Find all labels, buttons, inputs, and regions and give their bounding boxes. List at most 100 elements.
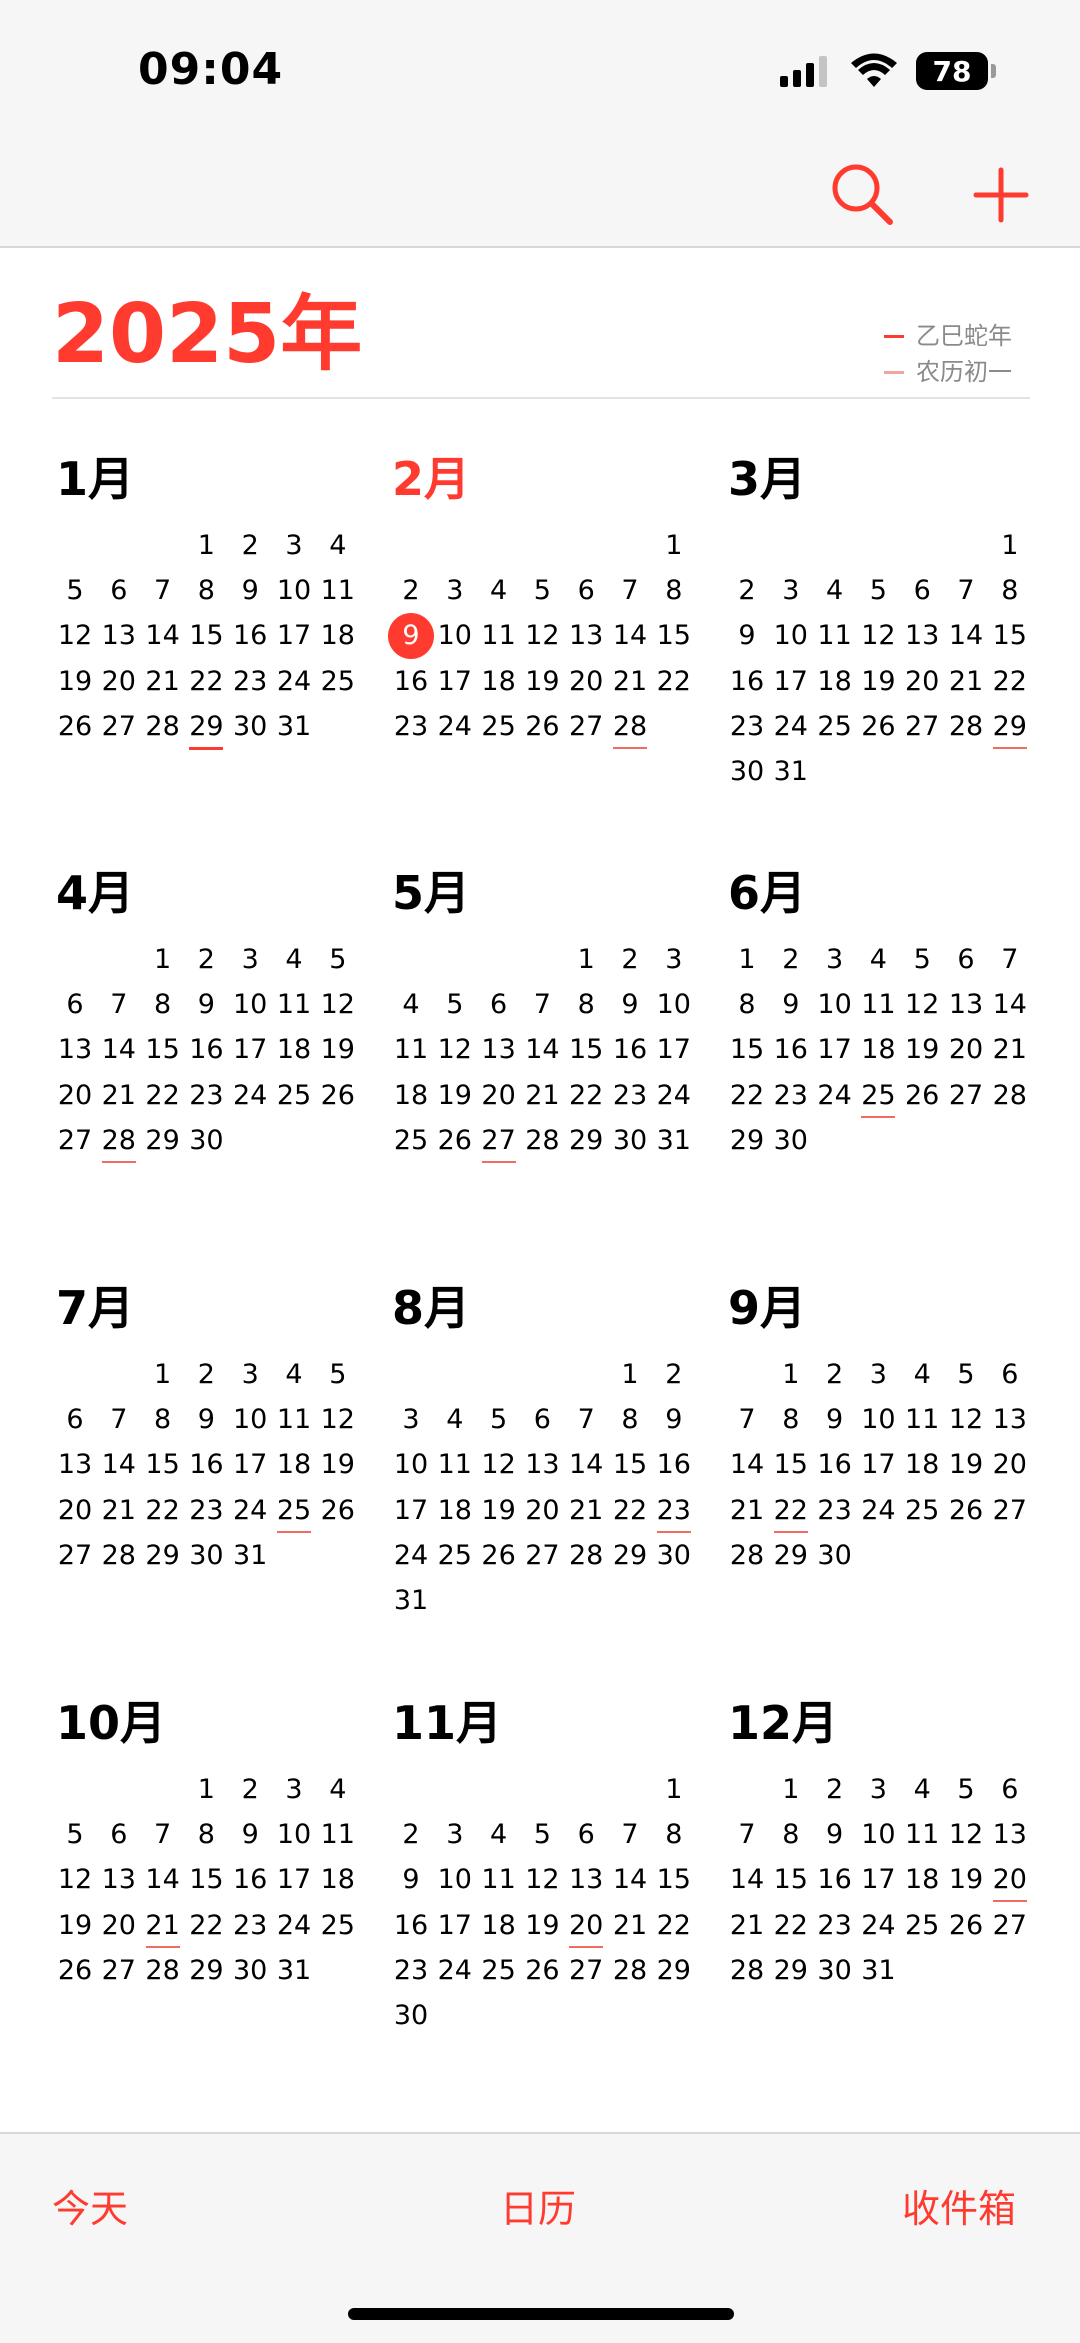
day-cell[interactable]: 28 bbox=[725, 1951, 769, 1991]
day-cell[interactable]: 13 bbox=[520, 1445, 564, 1485]
day-cell[interactable]: 9 bbox=[769, 985, 813, 1025]
day-cell[interactable]: 11 bbox=[389, 1030, 433, 1070]
day-cell[interactable]: 8 bbox=[769, 1400, 813, 1440]
day-cell[interactable]: 22 bbox=[141, 1491, 185, 1531]
day-cell[interactable]: 19 bbox=[944, 1860, 988, 1900]
day-cell[interactable]: 10 bbox=[769, 616, 813, 656]
day-cell[interactable]: 15 bbox=[769, 1445, 813, 1485]
day-cell[interactable]: 16 bbox=[389, 662, 433, 702]
day-cell[interactable]: 28 bbox=[97, 1536, 141, 1576]
day-cell[interactable]: 1 bbox=[652, 1770, 696, 1810]
day-cell[interactable]: 4 bbox=[477, 571, 521, 611]
day-cell[interactable]: 12 bbox=[856, 616, 900, 656]
day-cell[interactable]: 23 bbox=[228, 1906, 272, 1946]
day-cell[interactable]: 13 bbox=[988, 1400, 1032, 1440]
day-cell[interactable]: 22 bbox=[725, 1076, 769, 1116]
day-cell[interactable]: 2 bbox=[769, 940, 813, 980]
month-label[interactable]: 12月 bbox=[728, 1700, 838, 1746]
day-cell[interactable]: 5 bbox=[520, 1815, 564, 1855]
tab-calendars[interactable]: 日历 bbox=[500, 2178, 576, 2233]
day-cell[interactable]: 7 bbox=[608, 1815, 652, 1855]
day-cell[interactable]: 14 bbox=[988, 985, 1032, 1025]
month-label[interactable]: 6月 bbox=[728, 870, 806, 916]
day-cell[interactable]: 15 bbox=[564, 1030, 608, 1070]
day-cell[interactable]: 18 bbox=[272, 1445, 316, 1485]
day-cell[interactable]: 2 bbox=[184, 1355, 228, 1395]
day-cell[interactable]: 7 bbox=[141, 1815, 185, 1855]
day-cell[interactable]: 19 bbox=[944, 1445, 988, 1485]
day-cell[interactable]: 8 bbox=[725, 985, 769, 1025]
day-cell[interactable]: 5 bbox=[316, 940, 360, 980]
day-cell[interactable]: 22 bbox=[564, 1076, 608, 1116]
day-cell[interactable]: 2 bbox=[652, 1355, 696, 1395]
day-cell[interactable]: 9 bbox=[813, 1400, 857, 1440]
day-cell[interactable]: 16 bbox=[725, 662, 769, 702]
day-cell[interactable]: 29 bbox=[769, 1536, 813, 1576]
day-cell[interactable]: 6 bbox=[53, 1400, 97, 1440]
day-cell[interactable]: 21 bbox=[725, 1906, 769, 1946]
day-cell[interactable]: 15 bbox=[769, 1860, 813, 1900]
day-cell[interactable]: 11 bbox=[856, 985, 900, 1025]
search-button[interactable] bbox=[828, 158, 898, 228]
day-cell[interactable]: 3 bbox=[272, 526, 316, 566]
day-cell[interactable]: 20 bbox=[564, 1906, 608, 1946]
day-cell[interactable]: 10 bbox=[856, 1400, 900, 1440]
day-cell[interactable]: 11 bbox=[272, 985, 316, 1025]
day-cell[interactable]: 14 bbox=[564, 1445, 608, 1485]
day-cell[interactable]: 17 bbox=[652, 1030, 696, 1070]
day-cell[interactable]: 1 bbox=[564, 940, 608, 980]
day-cell[interactable]: 27 bbox=[988, 1491, 1032, 1531]
day-cell[interactable]: 21 bbox=[988, 1030, 1032, 1070]
month-label[interactable]: 7月 bbox=[56, 1285, 134, 1331]
day-cell[interactable]: 3 bbox=[389, 1400, 433, 1440]
day-cell[interactable]: 16 bbox=[228, 616, 272, 656]
day-cell[interactable]: 11 bbox=[900, 1400, 944, 1440]
day-cell[interactable]: 10 bbox=[813, 985, 857, 1025]
day-cell[interactable]: 24 bbox=[856, 1491, 900, 1531]
day-cell[interactable]: 15 bbox=[184, 616, 228, 656]
day-cell[interactable]: 14 bbox=[141, 1860, 185, 1900]
day-cell[interactable]: 25 bbox=[900, 1906, 944, 1946]
day-cell[interactable]: 13 bbox=[97, 1860, 141, 1900]
day-cell[interactable]: 3 bbox=[652, 940, 696, 980]
day-cell[interactable]: 15 bbox=[141, 1445, 185, 1485]
day-cell[interactable]: 20 bbox=[564, 662, 608, 702]
day-cell[interactable]: 29 bbox=[652, 1951, 696, 1991]
day-cell[interactable]: 26 bbox=[900, 1076, 944, 1116]
day-cell[interactable]: 24 bbox=[228, 1076, 272, 1116]
day-cell[interactable]: 19 bbox=[520, 662, 564, 702]
day-cell[interactable]: 5 bbox=[477, 1400, 521, 1440]
day-cell[interactable]: 5 bbox=[856, 571, 900, 611]
day-cell[interactable]: 26 bbox=[520, 707, 564, 747]
day-cell[interactable]: 22 bbox=[652, 662, 696, 702]
day-cell[interactable]: 6 bbox=[477, 985, 521, 1025]
day-cell[interactable]: 24 bbox=[272, 1906, 316, 1946]
day-cell[interactable]: 11 bbox=[900, 1815, 944, 1855]
day-cell[interactable]: 20 bbox=[944, 1030, 988, 1070]
day-cell[interactable]: 22 bbox=[184, 662, 228, 702]
day-cell[interactable]: 22 bbox=[769, 1906, 813, 1946]
month-label[interactable]: 1月 bbox=[56, 456, 134, 502]
day-cell[interactable]: 3 bbox=[813, 940, 857, 980]
day-cell[interactable]: 19 bbox=[316, 1445, 360, 1485]
day-cell[interactable]: 21 bbox=[564, 1491, 608, 1531]
day-cell[interactable]: 25 bbox=[389, 1121, 433, 1161]
day-cell[interactable]: 14 bbox=[97, 1030, 141, 1070]
day-cell[interactable]: 27 bbox=[564, 1951, 608, 1991]
day-cell[interactable]: 18 bbox=[389, 1076, 433, 1116]
day-cell[interactable]: 7 bbox=[97, 1400, 141, 1440]
day-cell[interactable]: 19 bbox=[53, 1906, 97, 1946]
day-cell[interactable]: 26 bbox=[944, 1906, 988, 1946]
day-cell[interactable]: 18 bbox=[272, 1030, 316, 1070]
day-cell[interactable]: 18 bbox=[316, 1860, 360, 1900]
day-cell[interactable]: 28 bbox=[608, 707, 652, 747]
day-cell[interactable]: 17 bbox=[272, 1860, 316, 1900]
day-cell[interactable]: 7 bbox=[944, 571, 988, 611]
day-cell[interactable]: 9 bbox=[608, 985, 652, 1025]
day-cell[interactable]: 24 bbox=[228, 1491, 272, 1531]
day-cell[interactable]: 2 bbox=[725, 571, 769, 611]
day-cell[interactable]: 8 bbox=[141, 1400, 185, 1440]
day-cell[interactable]: 15 bbox=[141, 1030, 185, 1070]
day-cell[interactable]: 29 bbox=[769, 1951, 813, 1991]
day-cell[interactable]: 13 bbox=[988, 1815, 1032, 1855]
